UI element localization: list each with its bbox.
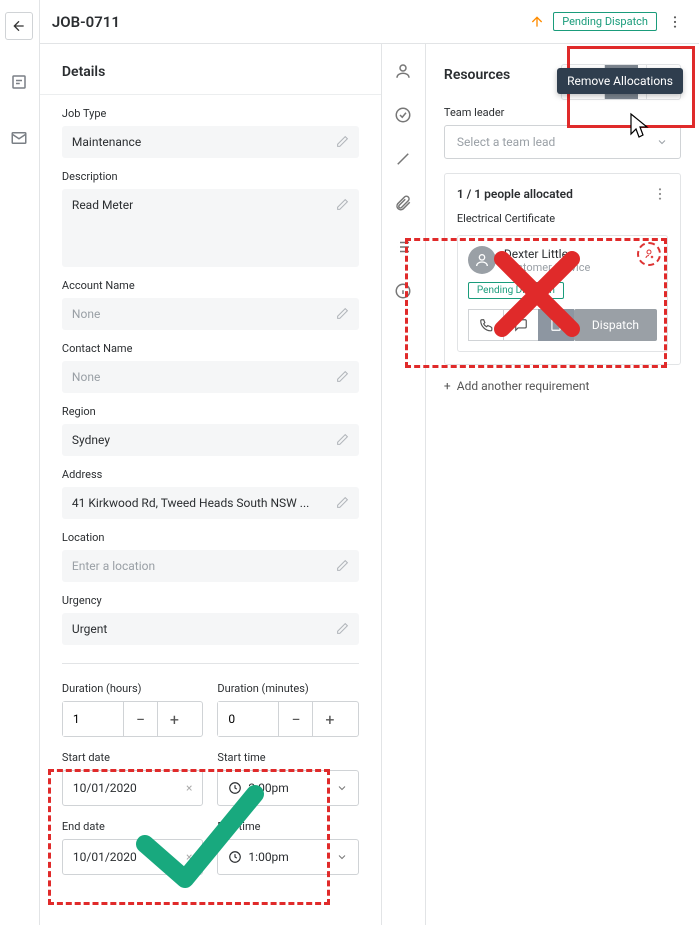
add-requirement-link[interactable]: + Add another requirement [444, 379, 681, 393]
contact-input[interactable]: None [62, 361, 359, 393]
plus-icon: + [444, 379, 451, 393]
address-value: 41 Kirkwood Rd, Tweed Heads South NSW ..… [72, 496, 309, 510]
duration-minutes-stepper[interactable]: − + [217, 701, 359, 737]
details-heading: Details [40, 44, 381, 95]
team-leader-select[interactable]: Select a team lead [444, 125, 681, 159]
back-button[interactable] [5, 12, 33, 40]
contact-label: Contact Name [62, 342, 359, 355]
end-date-label: End date [62, 820, 204, 833]
resources-heading: Resources [444, 67, 510, 83]
remove-resource-icon[interactable] [637, 242, 661, 266]
list-icon[interactable] [394, 238, 412, 256]
start-time-label: Start time [217, 751, 359, 764]
minus-button[interactable]: − [278, 702, 312, 736]
resource-status-badge: Pending Dispatch [468, 282, 564, 299]
notes-icon[interactable] [5, 68, 33, 96]
pencil-icon [336, 370, 349, 383]
duration-minutes-input[interactable] [218, 702, 278, 736]
allocation-count: 1 / 1 people allocated [457, 187, 573, 201]
allocation-card: 1 / 1 people allocated Electrical Certif… [444, 173, 681, 365]
contact-value: None [72, 370, 100, 384]
urgency-input[interactable]: Urgent [62, 613, 359, 645]
pencil-icon [336, 198, 349, 211]
description-input[interactable]: Read Meter [62, 189, 359, 267]
chevron-down-icon [336, 851, 348, 863]
page-title: JOB-0711 [52, 13, 120, 31]
chevron-down-icon [336, 782, 348, 794]
plus-button[interactable]: + [312, 702, 346, 736]
description-label: Description [62, 170, 359, 183]
job-type-label: Job Type [62, 107, 359, 120]
resource-role: Customer Service [504, 261, 590, 274]
job-type-value: Maintenance [72, 135, 141, 149]
check-circle-icon[interactable] [394, 106, 412, 124]
start-date-value: 10/01/2020 [73, 781, 137, 795]
avatar [468, 246, 496, 274]
duration-minutes-label: Duration (minutes) [217, 682, 359, 695]
person-icon[interactable] [394, 62, 412, 80]
duration-hours-stepper[interactable]: − + [62, 701, 204, 737]
job-type-input[interactable]: Maintenance [62, 126, 359, 158]
start-date-input[interactable]: 10/01/2020 × [62, 770, 204, 806]
urgency-label: Urgency [62, 594, 359, 607]
chevron-down-icon [656, 136, 668, 148]
end-date-input[interactable]: 10/01/2020 × [62, 839, 204, 875]
add-requirement-label: Add another requirement [457, 379, 590, 393]
map-button[interactable] [538, 309, 574, 341]
pencil-icon [336, 135, 349, 148]
info-icon[interactable] [394, 282, 412, 300]
attachment-icon[interactable] [394, 194, 412, 212]
pencil-icon [336, 496, 349, 509]
clear-icon[interactable]: × [186, 850, 192, 864]
status-badge: Pending Dispatch [553, 12, 657, 31]
dispatch-button[interactable]: Dispatch [574, 309, 657, 341]
pencil-icon [336, 307, 349, 320]
description-value: Read Meter [72, 198, 133, 212]
end-time-input[interactable]: 1:00pm [217, 839, 359, 875]
team-leader-placeholder: Select a team lead [457, 135, 555, 149]
requirement-label: Electrical Certificate [457, 212, 668, 225]
account-input[interactable]: None [62, 298, 359, 330]
address-label: Address [62, 468, 359, 481]
location-input[interactable]: Enter a location [62, 550, 359, 582]
start-time-value: 2:00pm [248, 781, 288, 795]
more-menu-icon[interactable] [652, 186, 668, 202]
pencil-icon [336, 433, 349, 446]
more-menu-icon[interactable] [663, 14, 687, 30]
end-date-value: 10/01/2020 [73, 850, 137, 864]
duration-hours-input[interactable] [63, 702, 123, 736]
resource-name: Dexter Little [504, 247, 590, 261]
divider [62, 663, 359, 664]
region-label: Region [62, 405, 359, 418]
pencil-icon [336, 622, 349, 635]
tooltip: Remove Allocations [557, 68, 683, 94]
end-time-value: 1:00pm [248, 850, 288, 864]
end-time-label: End time [217, 820, 359, 833]
duration-hours-label: Duration (hours) [62, 682, 204, 695]
account-value: None [72, 307, 100, 321]
start-time-input[interactable]: 2:00pm [217, 770, 359, 806]
pencil-icon [336, 559, 349, 572]
account-label: Account Name [62, 279, 359, 292]
region-value: Sydney [72, 433, 110, 447]
upload-icon[interactable] [527, 12, 547, 32]
location-placeholder: Enter a location [72, 559, 155, 573]
message-button[interactable] [503, 309, 539, 341]
clear-icon[interactable]: × [186, 781, 192, 795]
clock-icon [228, 781, 242, 795]
team-leader-label: Team leader [444, 106, 681, 119]
minus-button[interactable]: − [123, 702, 157, 736]
address-input[interactable]: 41 Kirkwood Rd, Tweed Heads South NSW ..… [62, 487, 359, 519]
start-date-label: Start date [62, 751, 204, 764]
plus-button[interactable]: + [157, 702, 191, 736]
resource-card: Dexter Little Customer Service Pending D… [457, 235, 668, 352]
mail-icon[interactable] [5, 124, 33, 152]
slash-icon[interactable] [394, 150, 412, 168]
clock-icon [228, 850, 242, 864]
region-input[interactable]: Sydney [62, 424, 359, 456]
call-button[interactable] [468, 309, 504, 341]
location-label: Location [62, 531, 359, 544]
urgency-value: Urgent [72, 622, 107, 636]
